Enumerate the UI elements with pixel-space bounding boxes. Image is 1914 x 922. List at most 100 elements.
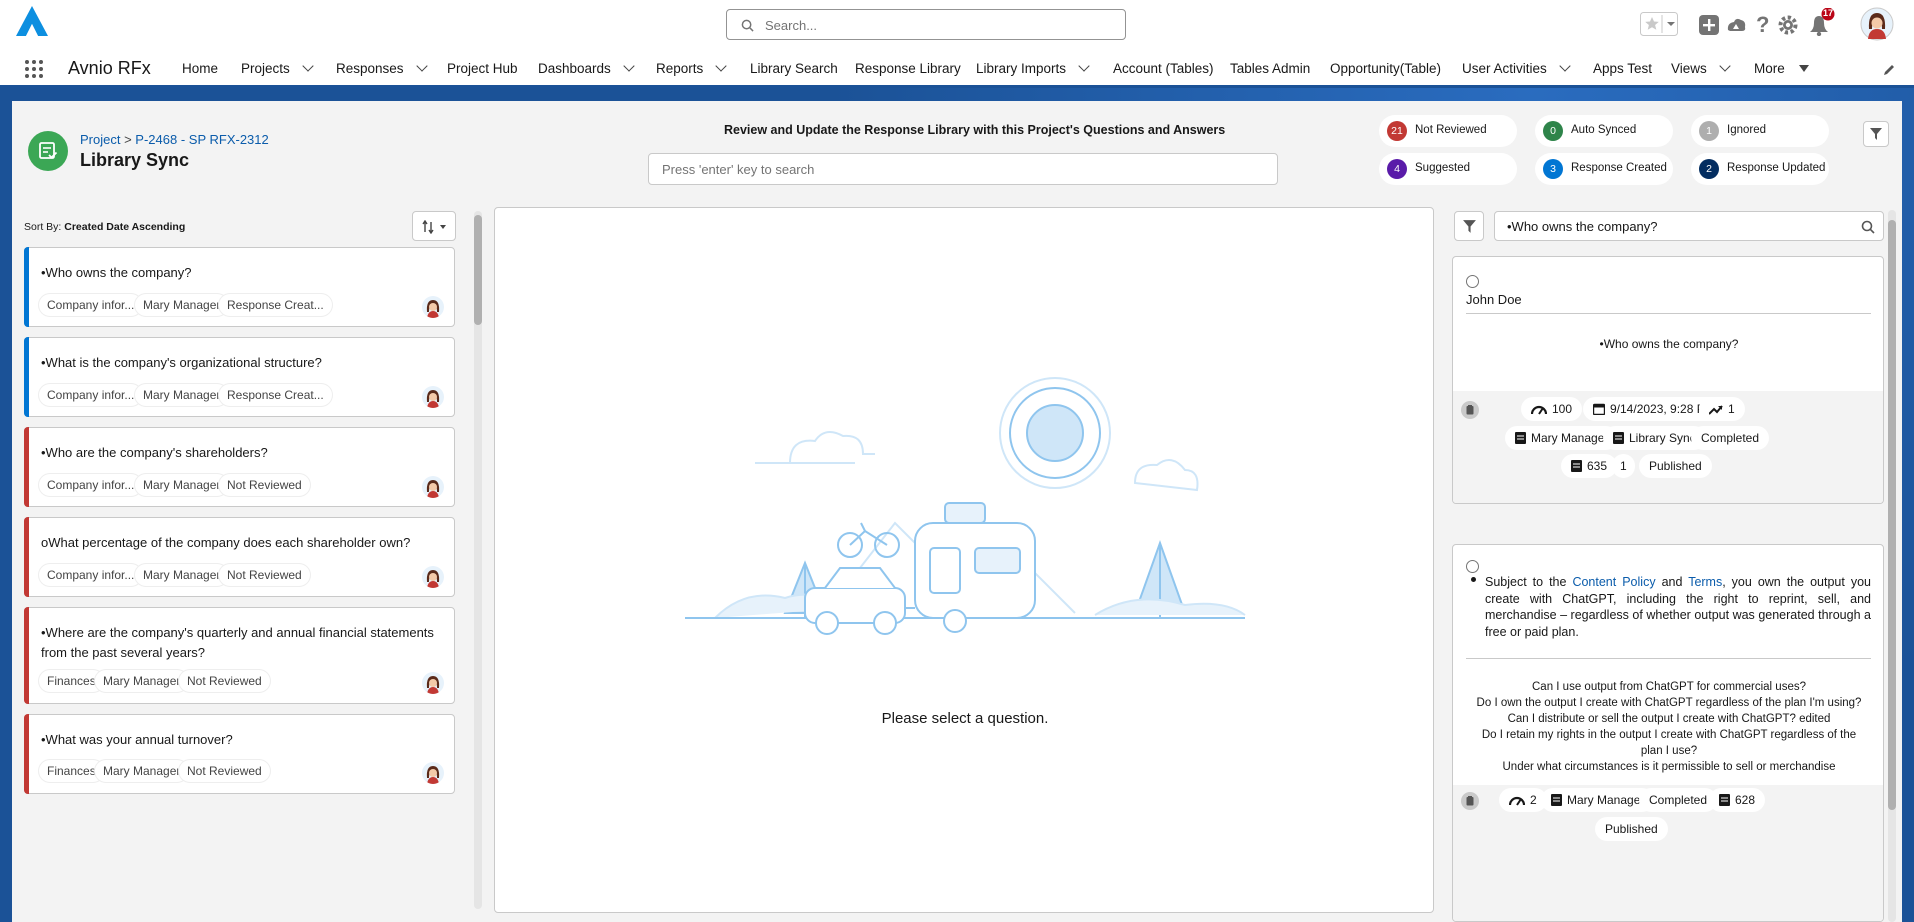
question-card[interactable]: oWhat percentage of the company does eac… <box>24 517 455 597</box>
question-text: •What is the company's organizational st… <box>41 355 322 370</box>
app-navigation-bar: Avnio RFx Home Projects Responses Projec… <box>0 50 1914 88</box>
owner-tag: Mary Manager <box>95 760 189 782</box>
nav-dashboards[interactable]: Dashboards <box>538 60 635 76</box>
notifications-bell-icon[interactable]: 17 <box>1806 7 1838 39</box>
library-result-card[interactable]: John Doe •Who owns the company? 100 9/14… <box>1452 256 1884 504</box>
record-id-chip: 635 <box>1561 454 1618 478</box>
nav-apps-test[interactable]: Apps Test <box>1593 61 1652 76</box>
status-count: 4 <box>1387 159 1407 179</box>
chevron-down-icon[interactable] <box>1559 60 1571 72</box>
select-result-radio[interactable] <box>1466 275 1479 288</box>
content-policy-link[interactable]: Content Policy <box>1572 575 1655 589</box>
question-search-input[interactable]: Press 'enter' key to search <box>648 153 1278 185</box>
nav-responses[interactable]: Responses <box>336 60 428 76</box>
status-filter-auto-synced[interactable]: 0 Auto Synced <box>1535 115 1673 147</box>
result-answer: Subject to the Content Policy and Terms,… <box>1471 574 1871 640</box>
nav-library-search[interactable]: Library Search <box>750 61 838 76</box>
trailhead-icon[interactable] <box>1725 14 1747 39</box>
clipboard-icon[interactable] <box>1461 401 1479 419</box>
library-result-card[interactable]: Subject to the Content Policy and Terms,… <box>1452 544 1884 922</box>
question-search-placeholder: Press 'enter' key to search <box>662 162 815 177</box>
owner-tag: Mary Manager <box>135 294 229 316</box>
status-filter-ignored[interactable]: 1 Ignored <box>1691 115 1829 147</box>
question-card[interactable]: •What was your annual turnover? Finances… <box>24 714 455 794</box>
status-indicator-bar <box>24 427 29 507</box>
nav-tables-admin[interactable]: Tables Admin <box>1230 61 1310 76</box>
published-chip: Published <box>1595 817 1668 841</box>
result-owner: Mary Manager <box>1531 431 1609 445</box>
status-filter-suggested[interactable]: 4 Suggested <box>1379 153 1517 185</box>
question-card[interactable]: •What is the company's organizational st… <box>24 337 455 417</box>
nav-projects-label: Projects <box>241 61 290 76</box>
record-icon <box>1613 432 1624 444</box>
result-source: Library Sync <box>1629 431 1696 445</box>
user-avatar[interactable] <box>1860 7 1894 44</box>
chevron-down-icon[interactable] <box>623 60 635 72</box>
nav-reports[interactable]: Reports <box>656 60 727 76</box>
question-card[interactable]: •Where are the company's quarterly and a… <box>24 607 455 704</box>
match-search-input[interactable]: •Who owns the company? <box>1494 211 1884 241</box>
chevron-down-icon[interactable] <box>1719 60 1731 72</box>
chevron-down-icon[interactable] <box>1078 60 1090 72</box>
breadcrumb-project-link[interactable]: Project <box>80 132 120 147</box>
nav-more[interactable]: More <box>1754 61 1809 76</box>
edit-nav-pencil-icon[interactable] <box>1882 63 1896 77</box>
chevron-down-icon[interactable] <box>415 60 428 72</box>
sort-by-label: Sort By: Created Date Ascending <box>24 221 185 233</box>
question-text: oWhat percentage of the company does eac… <box>41 535 411 550</box>
chevron-down-icon[interactable] <box>715 60 727 72</box>
nav-project-hub[interactable]: Project Hub <box>447 61 518 76</box>
status-label: Response Updated <box>1727 162 1826 174</box>
scrollbar-thumb[interactable] <box>474 215 482 325</box>
result-owner: Mary Manager <box>1567 793 1645 807</box>
terms-link[interactable]: Terms <box>1688 575 1722 589</box>
scrollbar-thumb[interactable] <box>1888 220 1896 810</box>
sort-button[interactable] <box>412 211 456 241</box>
status-filter-button[interactable] <box>1863 121 1889 147</box>
app-launcher-icon[interactable] <box>24 59 44 79</box>
owner-tag: Mary Manager <box>135 384 229 406</box>
notification-count-badge: 17 <box>1822 8 1833 18</box>
match-filter-button[interactable] <box>1454 211 1484 241</box>
question-card[interactable]: •Who are the company's shareholders? Com… <box>24 427 455 507</box>
result-metadata: 100 9/14/2023, 9:28 PM 1 Mary Manager Li… <box>1453 391 1883 503</box>
result-author: John Doe <box>1466 292 1522 307</box>
breadcrumb-project-id-link[interactable]: P-2468 - SP RFX-2312 <box>135 132 268 147</box>
nav-more-label: More <box>1754 61 1785 76</box>
match-panel-scrollbar[interactable] <box>1886 210 1898 922</box>
question-list-scrollbar[interactable] <box>472 211 484 909</box>
nav-library-imports[interactable]: Library Imports <box>976 60 1090 76</box>
record-icon <box>1571 460 1582 472</box>
library-sync-page-icon <box>28 131 68 171</box>
question-list-panel: Sort By: Created Date Ascending •Who own… <box>12 199 486 922</box>
status-indicator-bar <box>24 714 29 794</box>
sort-by-prefix: Sort By: <box>24 221 65 233</box>
answer-text-start: Subject to the <box>1485 575 1573 589</box>
status-chip: Completed <box>1639 788 1718 812</box>
gear-icon[interactable] <box>1778 15 1798 38</box>
chevron-down-icon[interactable] <box>302 60 314 72</box>
favorites-star-icon[interactable] <box>1640 12 1678 39</box>
status-filter-response-created[interactable]: 3 Response Created <box>1535 153 1673 185</box>
question-text: •What was your annual turnover? <box>41 732 233 747</box>
avnio-logo-icon[interactable] <box>14 4 50 40</box>
nav-home[interactable]: Home <box>182 61 218 76</box>
search-icon[interactable] <box>1861 220 1875 234</box>
help-icon[interactable]: ? <box>1754 12 1772 38</box>
nav-response-library[interactable]: Response Library <box>855 61 961 76</box>
global-search-input[interactable]: Search... <box>726 9 1126 40</box>
nav-views[interactable]: Views <box>1671 60 1731 76</box>
add-icon[interactable] <box>1699 15 1719 38</box>
nav-account-tables[interactable]: Account (Tables) <box>1113 61 1214 76</box>
select-result-radio[interactable] <box>1466 560 1479 573</box>
nav-opportunity-table[interactable]: Opportunity(Table) <box>1330 61 1441 76</box>
clipboard-icon[interactable] <box>1461 792 1479 810</box>
owner-tag: Mary Manager <box>95 670 189 692</box>
empty-state-message: Please select a question. <box>881 710 1049 727</box>
nav-user-activities[interactable]: User Activities <box>1462 60 1571 76</box>
relevance-score-chip: 2 <box>1499 788 1547 812</box>
status-filter-not-reviewed[interactable]: 21 Not Reviewed <box>1379 115 1517 147</box>
question-card[interactable]: •Who owns the company? Company infor... … <box>24 247 455 327</box>
status-filter-response-updated[interactable]: 2 Response Updated <box>1691 153 1829 185</box>
nav-projects[interactable]: Projects <box>241 60 314 76</box>
